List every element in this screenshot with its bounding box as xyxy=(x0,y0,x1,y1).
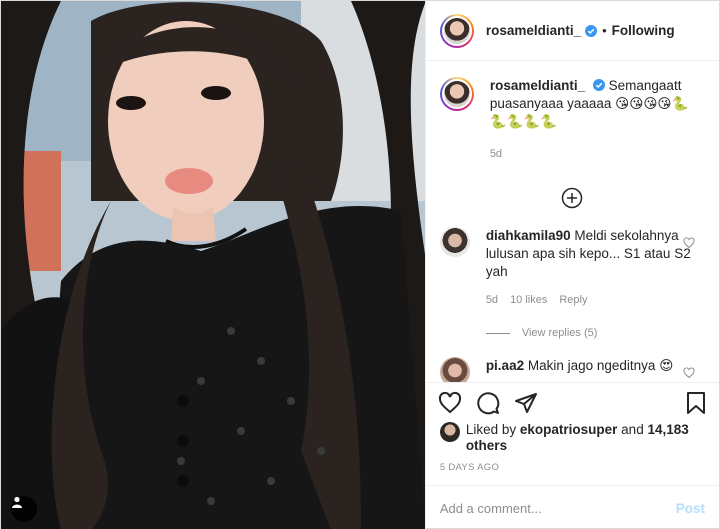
add-comment-bar: Post xyxy=(425,485,719,529)
comment-age[interactable]: 5d xyxy=(486,291,498,309)
comment-icon xyxy=(477,391,500,414)
bookmark-icon xyxy=(687,391,705,414)
liker-avatar[interactable] xyxy=(439,422,460,442)
liked-by-prefix: Liked by xyxy=(465,422,517,437)
user-tag-icon xyxy=(12,496,22,508)
heart-icon[interactable] xyxy=(683,237,695,249)
comment-likes[interactable]: 10 likes xyxy=(510,291,547,309)
post-dialog: rosameldianti_ • Following rosameldianti… xyxy=(0,0,720,529)
reply-button[interactable]: Reply xyxy=(559,291,587,309)
action-bar xyxy=(425,382,719,422)
following-button[interactable]: Following xyxy=(612,23,675,38)
comment-item: pi.aa2 Makin jago ngeditnya 😍 xyxy=(439,357,705,382)
add-circle-icon xyxy=(562,187,583,209)
comment-username[interactable]: pi.aa2 xyxy=(486,358,524,373)
commenter-avatar[interactable] xyxy=(439,357,470,382)
caption-age[interactable]: 5d xyxy=(490,145,705,163)
like-button[interactable] xyxy=(438,391,462,415)
author-username[interactable]: rosameldianti_ xyxy=(486,23,581,38)
comments-section[interactable]: rosameldianti_ Semangaatt puasanyaaa yaa… xyxy=(426,61,719,382)
verified-badge-icon xyxy=(592,79,605,91)
verified-badge-icon xyxy=(585,24,598,37)
liked-by-user[interactable]: ekopatriosuper xyxy=(520,422,618,437)
caption-avatar[interactable] xyxy=(439,77,474,111)
author-avatar[interactable] xyxy=(439,13,474,48)
commenter-avatar[interactable] xyxy=(439,227,470,257)
save-button[interactable] xyxy=(685,391,707,415)
comment-button[interactable] xyxy=(476,391,500,415)
share-icon xyxy=(514,392,537,413)
liked-by-and: and xyxy=(621,422,644,437)
share-button[interactable] xyxy=(514,391,538,415)
view-replies-button[interactable]: View replies (5) xyxy=(485,327,705,339)
heart-icon[interactable] xyxy=(683,367,695,379)
post-photo[interactable] xyxy=(1,1,425,529)
photo-illustration xyxy=(1,1,425,529)
comment-username[interactable]: diahkamila90 xyxy=(486,228,571,243)
comment-item: diahkamila90 Meldi sekolahnya lulusan ap… xyxy=(439,227,705,309)
load-more-button[interactable] xyxy=(440,187,705,209)
post-sidebar: rosameldianti_ • Following rosameldianti… xyxy=(424,1,719,529)
comment-input[interactable] xyxy=(439,500,676,516)
header-separator: • xyxy=(602,23,607,38)
caption: rosameldianti_ Semangaatt puasanyaaa yaa… xyxy=(439,77,705,163)
view-replies-label: View replies (5) xyxy=(521,327,598,339)
heart-icon xyxy=(438,391,461,413)
likes-summary: Liked by ekopatriosuper and 14,183 other… xyxy=(426,422,719,454)
caption-username[interactable]: rosameldianti_ xyxy=(490,78,585,93)
post-age[interactable]: 5 DAYS AGO xyxy=(426,454,719,473)
post-header: rosameldianti_ • Following xyxy=(425,1,719,61)
user-tag-button[interactable] xyxy=(11,496,37,522)
comment-text: Makin jago ngeditnya 😍 xyxy=(527,358,674,373)
post-button[interactable]: Post xyxy=(676,501,705,516)
